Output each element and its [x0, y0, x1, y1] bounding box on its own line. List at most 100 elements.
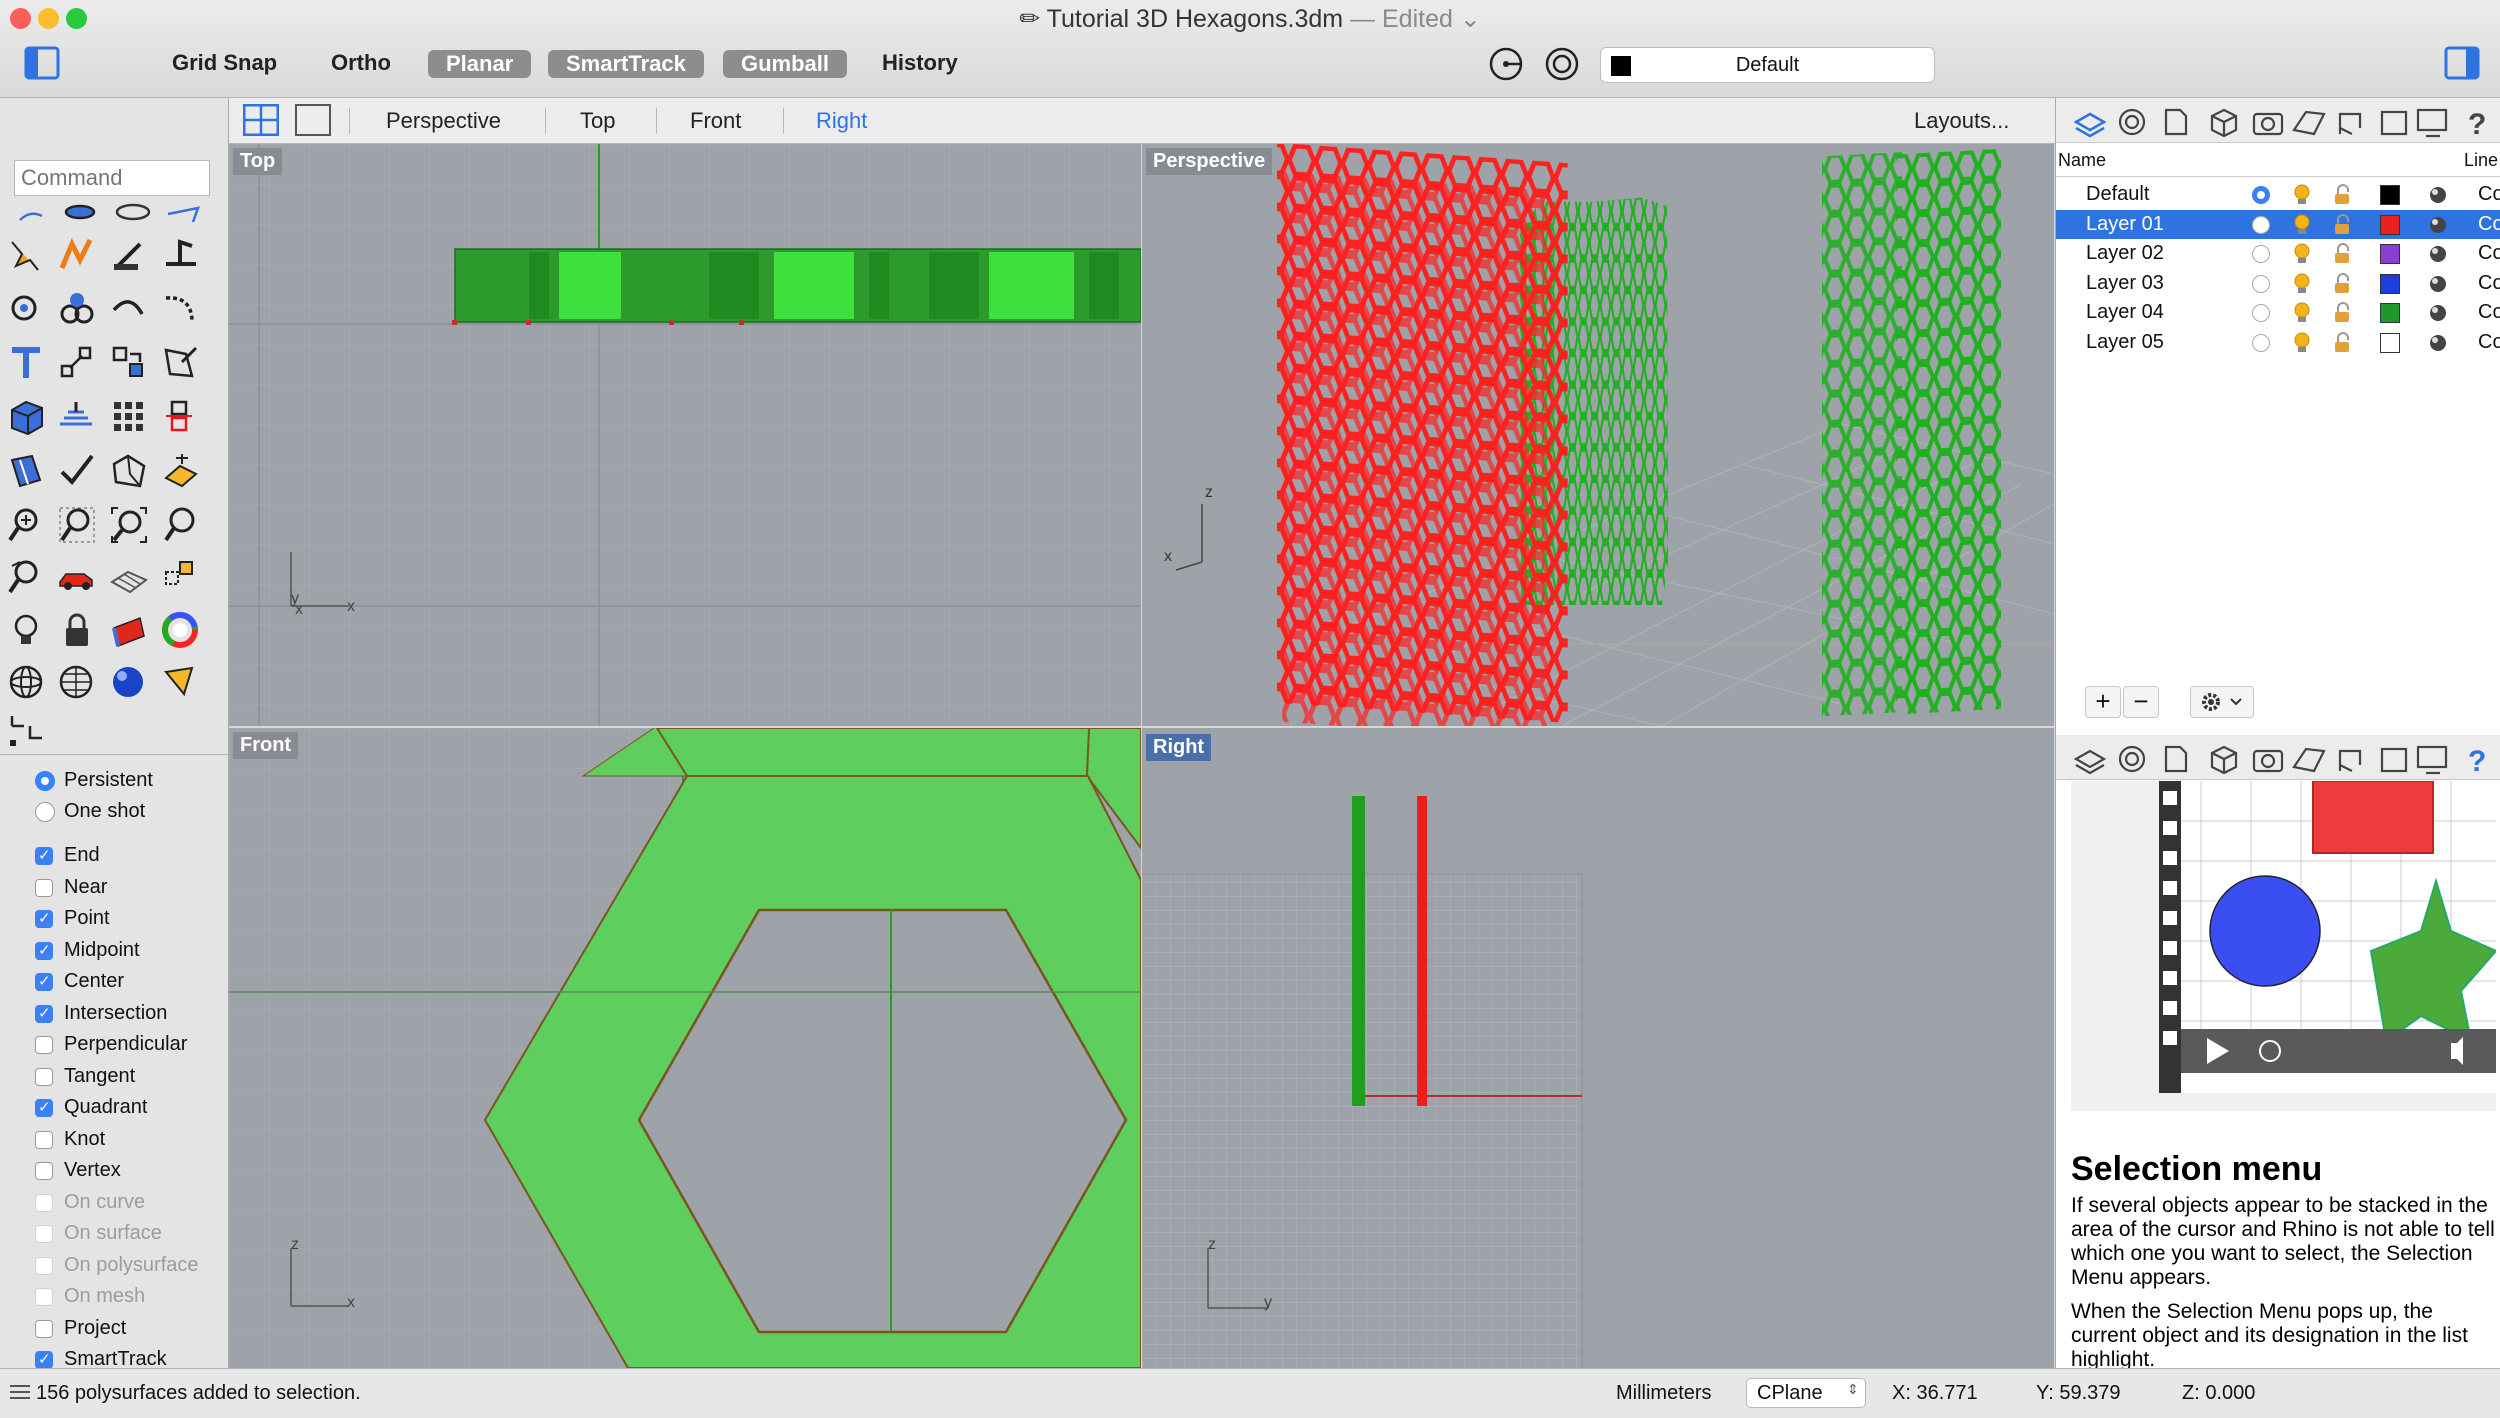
lightbulb-icon[interactable] [2292, 214, 2312, 236]
layouts-button[interactable]: Layouts... [1914, 108, 2009, 134]
ortho-toggle[interactable]: Ortho [331, 50, 391, 76]
add-layer-button[interactable]: + [2085, 686, 2121, 718]
solid-edit-icon[interactable] [110, 452, 148, 490]
chevron-down-icon[interactable]: ⌄ [1460, 5, 1481, 33]
grid-snap-toggle[interactable]: Grid Snap [172, 50, 277, 76]
viewport-title-front[interactable]: Front [233, 732, 299, 759]
surface-icon[interactable] [8, 452, 46, 490]
persistent-radio[interactable] [35, 771, 55, 791]
zoom-in-icon[interactable] [8, 506, 46, 544]
lightbulb-icon[interactable] [2292, 273, 2312, 295]
unlock-icon[interactable] [2332, 243, 2354, 265]
split-icon[interactable] [162, 398, 200, 436]
cursor-tools-icon[interactable] [8, 712, 46, 750]
render-mesh-icon[interactable] [162, 452, 200, 490]
transform-icon[interactable] [110, 344, 148, 382]
array-icon[interactable] [110, 398, 148, 436]
tab-perspective[interactable]: Perspective [386, 108, 501, 134]
current-layer-dropdown[interactable]: Default [1600, 47, 1935, 83]
smarttrack-toggle[interactable]: SmartTrack [548, 50, 704, 78]
current-layer-radio[interactable] [2252, 245, 2270, 263]
shaded-sphere-icon[interactable] [110, 664, 148, 702]
ellipse-icon[interactable] [58, 290, 96, 328]
osnap-checkbox[interactable] [35, 972, 53, 991]
layer-color-swatch[interactable] [2380, 303, 2400, 323]
named-cplane-icon[interactable] [162, 558, 200, 596]
right-panel-toggle-icon[interactable] [2444, 46, 2480, 80]
osnap-checkbox[interactable] [35, 1098, 53, 1117]
layer-color-swatch[interactable] [2380, 185, 2400, 205]
osnap-checkbox[interactable] [35, 1004, 53, 1023]
layer-linetype[interactable]: Cor [2478, 213, 2500, 236]
curve-icon[interactable] [162, 290, 200, 328]
record-history-icon[interactable] [1544, 46, 1580, 82]
layer-name[interactable]: Layer 03 [2086, 272, 2164, 295]
osnap-checkbox[interactable] [35, 1320, 53, 1338]
layer-name[interactable]: Layer 02 [2086, 242, 2164, 265]
history-toggle[interactable]: History [882, 50, 958, 76]
viewport-right[interactable]: z y Right [1142, 728, 2054, 1368]
osnap-checkbox[interactable] [35, 1131, 53, 1149]
current-layer-radio[interactable] [2252, 334, 2270, 352]
sidebar-toggle-icon[interactable] [24, 46, 60, 80]
unlock-icon[interactable] [2332, 184, 2354, 206]
osnap-checkbox[interactable] [35, 1257, 53, 1275]
osnap-target-icon[interactable] [1488, 46, 1524, 82]
tab-right[interactable]: Right [816, 108, 867, 134]
line-icon[interactable] [110, 236, 148, 274]
current-layer-radio[interactable] [2252, 275, 2270, 293]
layer-color-swatch[interactable] [2380, 244, 2400, 264]
rotate-view-icon[interactable] [8, 558, 46, 596]
light-icon[interactable] [8, 612, 46, 650]
one-shot-radio[interactable] [35, 802, 55, 822]
osnap-checkbox[interactable] [35, 1162, 53, 1180]
zoom-extents-icon[interactable] [110, 506, 148, 544]
unlock-icon[interactable] [2332, 332, 2354, 354]
layer-color-swatch[interactable] [2380, 333, 2400, 353]
viewport-top[interactable]: x y x Top [229, 144, 1141, 726]
single-view-layout-icon[interactable] [295, 104, 331, 136]
scale-icon[interactable] [58, 344, 96, 382]
cplane-icon[interactable] [110, 558, 148, 596]
osnap-checkbox[interactable] [35, 1225, 53, 1243]
layer-linetype[interactable]: Cor [2478, 301, 2500, 324]
layer-linetype[interactable]: Cor [2478, 272, 2500, 295]
check-icon[interactable] [58, 452, 96, 490]
osnap-checkbox[interactable] [35, 1288, 53, 1306]
list-icon[interactable] [8, 1383, 32, 1401]
material-icon[interactable] [2428, 274, 2448, 294]
material-icon[interactable] [2428, 244, 2448, 264]
layer-options-button[interactable] [2190, 686, 2254, 718]
layer-name[interactable]: Layer 01 [2086, 213, 2164, 236]
arc-icon[interactable] [110, 290, 148, 328]
layer-name[interactable]: Layer 05 [2086, 331, 2164, 354]
unlock-icon[interactable] [2332, 214, 2354, 236]
current-layer-radio[interactable] [2252, 186, 2270, 204]
help-video[interactable] [2071, 780, 2498, 1111]
sphere-wire-icon[interactable] [8, 664, 46, 702]
viewport-title-perspective[interactable]: Perspective [1146, 148, 1273, 175]
viewport-title-right[interactable]: Right [1146, 734, 1212, 761]
tab-front[interactable]: Front [690, 108, 741, 134]
unlock-icon[interactable] [2332, 273, 2354, 295]
gumball-toggle[interactable]: Gumball [723, 50, 848, 78]
box-icon[interactable] [8, 398, 46, 436]
zoom-icon[interactable] [162, 506, 200, 544]
column-line[interactable]: Line [2464, 150, 2498, 171]
remove-layer-button[interactable]: − [2123, 686, 2159, 718]
lightbulb-icon[interactable] [2292, 243, 2312, 265]
osnap-checkbox[interactable] [35, 941, 53, 960]
color-wheel-icon[interactable] [162, 612, 200, 650]
layer-name[interactable]: Layer 04 [2086, 301, 2164, 324]
circle-icon[interactable] [8, 290, 46, 328]
car-icon[interactable] [58, 558, 96, 596]
materials-icon[interactable] [110, 612, 148, 650]
layer-name[interactable]: Default [2086, 183, 2149, 206]
layer-linetype[interactable]: Cor [2478, 331, 2500, 354]
lightbulb-icon[interactable] [2292, 302, 2312, 324]
viewport-front[interactable]: z x Front [229, 728, 1141, 1368]
lightbulb-icon[interactable] [2292, 184, 2312, 206]
four-view-layout-icon[interactable] [243, 104, 279, 136]
osnap-checkbox[interactable] [35, 879, 53, 897]
lock-icon[interactable] [58, 612, 96, 650]
